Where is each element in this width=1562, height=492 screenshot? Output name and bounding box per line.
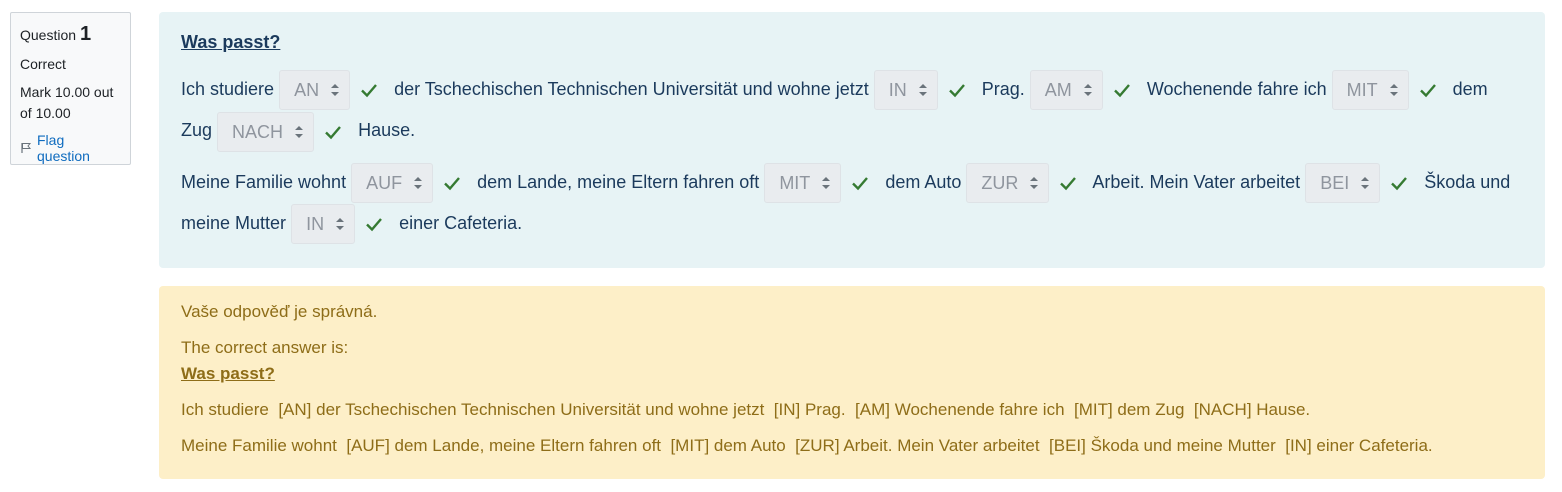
select-arrows-icon xyxy=(295,125,304,138)
question-paragraph-2: Meine Familie wohnt AUF dem Lande, meine… xyxy=(181,162,1523,244)
text-segment: Meine Familie wohnt xyxy=(181,171,347,192)
answer-select-value: AUF xyxy=(366,172,403,193)
correct-answer-title: Was passt? xyxy=(181,364,275,383)
question-state: Correct xyxy=(20,56,66,72)
text-segment: der Tschechischen Technischen Universitä… xyxy=(394,79,869,99)
answer-select-7[interactable]: MIT xyxy=(764,162,842,203)
text-segment: dem Lande, meine Eltern fahren oft xyxy=(477,171,760,192)
answer-select-value: AN xyxy=(294,80,320,101)
select-arrows-icon xyxy=(1030,176,1039,189)
answer-select-10[interactable]: IN xyxy=(291,204,356,244)
answer-select-2[interactable]: IN xyxy=(873,70,938,111)
question-grade: Mark 10.00 out of 10.00 xyxy=(20,82,121,124)
correct-answer-line-1: Ich studiere [AN] der Tschechischen Tech… xyxy=(181,400,1311,419)
correct-check-icon xyxy=(325,125,341,139)
select-arrows-icon xyxy=(414,176,423,189)
answer-select-value: MIT xyxy=(1346,80,1378,101)
answer-select-value: ZUR xyxy=(981,172,1019,193)
answer-select-value: MIT xyxy=(779,172,811,193)
text-segment: dem Auto xyxy=(885,171,962,192)
grade-line-2: of 10.00 xyxy=(20,105,71,121)
text-segment: Hause. xyxy=(358,120,416,141)
correct-check-icon xyxy=(1060,176,1077,191)
correct-check-icon xyxy=(366,218,382,232)
correct-answer-intro: The correct answer is: xyxy=(181,338,349,357)
question-number-value: 1 xyxy=(79,23,92,45)
question-paragraph-1: Ich studiere AN der Tschechischen Techni… xyxy=(181,69,1523,152)
correct-answer-line-2: Meine Familie wohnt [AUF] dem Lande, mei… xyxy=(181,436,1433,455)
select-arrows-icon xyxy=(1361,176,1370,189)
answer-select-4[interactable]: MIT xyxy=(1331,70,1409,111)
answer-select-3[interactable]: AM xyxy=(1029,70,1103,111)
question-title: Was passt? xyxy=(181,32,281,52)
select-arrows-icon xyxy=(1083,84,1092,97)
correct-check-icon xyxy=(1113,84,1130,98)
correct-check-icon xyxy=(1391,176,1408,191)
select-arrows-icon xyxy=(1389,84,1398,97)
answer-select-value: IN xyxy=(306,214,325,234)
question-info-panel: Question 1 Correct Mark 10.00 out of 10.0… xyxy=(10,12,131,165)
feedback-panel: Vaše odpověď je správná. The correct ans… xyxy=(159,286,1545,479)
answer-select-5[interactable]: NACH xyxy=(217,111,315,152)
correct-check-icon xyxy=(444,176,461,191)
answer-select-1[interactable]: AN xyxy=(279,70,351,111)
question-content: Was passt? Ich studiere AN der Tschechis… xyxy=(159,12,1545,268)
select-arrows-icon xyxy=(331,84,340,97)
flag-icon xyxy=(21,143,32,153)
question-number: Question 1 xyxy=(20,23,121,46)
question-label: Question xyxy=(20,27,77,43)
text-segment: Wochenende fahre ich xyxy=(1146,79,1327,99)
answer-select-value: IN xyxy=(888,80,907,101)
correct-check-icon xyxy=(361,84,378,98)
answer-select-value: NACH xyxy=(232,121,284,142)
feedback-result: Vaše odpověď je správná. xyxy=(181,302,378,321)
answer-select-8[interactable]: ZUR xyxy=(966,162,1050,203)
answer-select-value: BEI xyxy=(1320,172,1350,193)
flag-question-link[interactable]: Flag question xyxy=(20,132,121,164)
answer-select-value: AM xyxy=(1044,80,1072,101)
text-segment: Ich studiere xyxy=(181,79,275,99)
correct-check-icon xyxy=(948,84,965,98)
select-arrows-icon xyxy=(822,176,831,189)
answer-select-6[interactable]: AUF xyxy=(351,162,434,203)
correct-check-icon xyxy=(1419,84,1436,98)
select-arrows-icon xyxy=(918,84,927,97)
text-segment: einer Cafeteria. xyxy=(399,212,523,233)
answer-select-9[interactable]: BEI xyxy=(1305,162,1381,203)
text-segment: Prag. xyxy=(981,79,1025,99)
select-arrows-icon xyxy=(336,218,345,230)
correct-check-icon xyxy=(852,176,869,191)
flag-question-label: Flag question xyxy=(37,132,90,164)
grade-line-1: Mark 10.00 out xyxy=(20,84,114,100)
text-segment: Arbeit. Mein Vater arbeitet xyxy=(1092,171,1301,192)
